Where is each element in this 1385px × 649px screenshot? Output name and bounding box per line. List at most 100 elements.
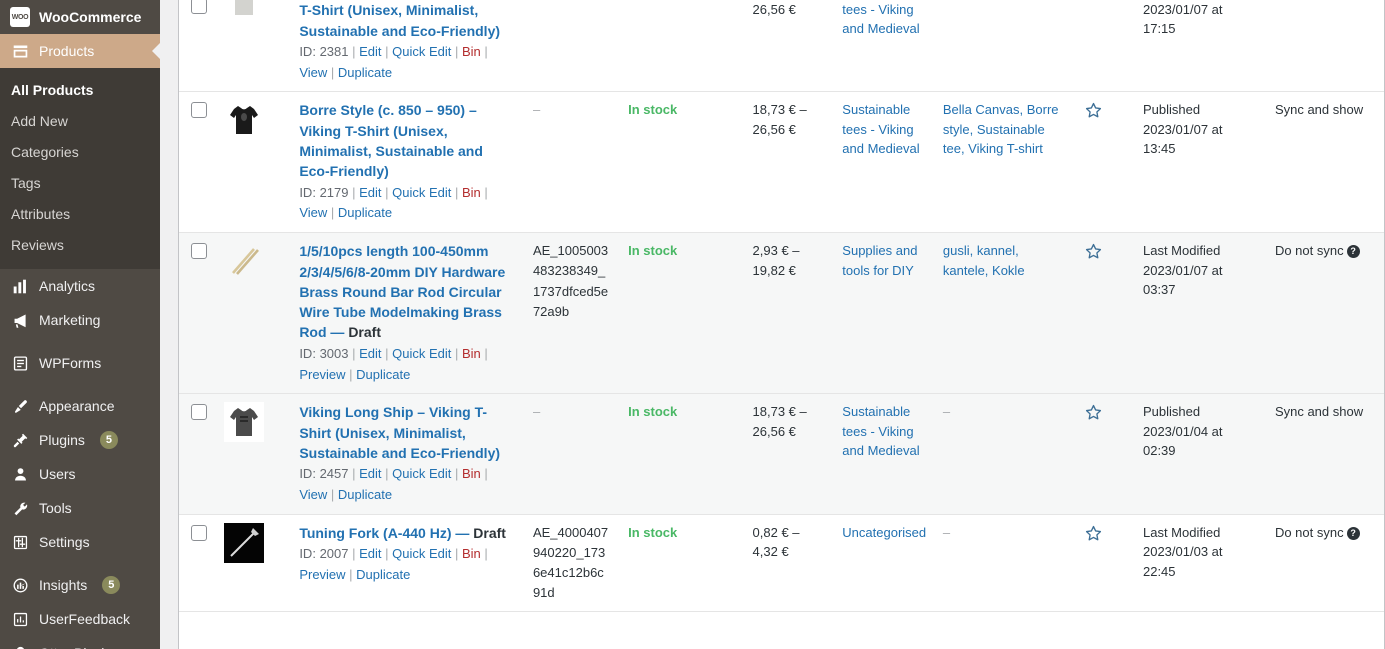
quick-edit-link[interactable]: Quick Edit bbox=[392, 44, 451, 59]
insights-badge: 5 bbox=[102, 576, 121, 594]
preview-link[interactable]: Preview bbox=[299, 567, 345, 582]
bin-link[interactable]: Bin bbox=[462, 546, 481, 561]
submenu-item-add-new[interactable]: Add New bbox=[0, 106, 160, 137]
tags-value: – bbox=[942, 524, 951, 540]
sidebar-item-userfeedback[interactable]: UserFeedback bbox=[0, 602, 160, 636]
product-thumbnail[interactable] bbox=[224, 0, 265, 22]
featured-star-icon[interactable] bbox=[1084, 403, 1103, 422]
quick-edit-link[interactable]: Quick Edit bbox=[392, 185, 451, 200]
view-link[interactable]: View bbox=[299, 487, 327, 502]
sidebar-item-woocommerce[interactable]: WOO WooCommerce bbox=[0, 0, 160, 34]
row-checkbox[interactable] bbox=[191, 102, 207, 119]
insights-icon bbox=[10, 575, 30, 595]
sidebar-item-marketing[interactable]: Marketing bbox=[0, 303, 160, 337]
tags-value[interactable]: Bella Canvas, Borre style, Sustainable t… bbox=[943, 102, 1059, 156]
userfeedback-chart-icon bbox=[10, 609, 30, 629]
product-title-link[interactable]: 1/5/10pcs length 100-450mm 2/3/4/5/6/8-2… bbox=[299, 241, 513, 342]
sidebar-item-label: Insights bbox=[39, 577, 88, 593]
submenu-item-categories[interactable]: Categories bbox=[0, 137, 160, 168]
duplicate-link[interactable]: Duplicate bbox=[338, 65, 392, 80]
row-checkbox[interactable] bbox=[191, 524, 207, 541]
row-categories-cell: Sustainable tees - Viking and Medieval bbox=[832, 0, 933, 93]
product-thumbnail[interactable] bbox=[224, 100, 265, 141]
quick-edit-link[interactable]: Quick Edit bbox=[392, 546, 451, 561]
product-title-link[interactable]: Viking Long Ship – Viking T-Shirt (Unise… bbox=[299, 402, 513, 463]
help-icon[interactable]: ? bbox=[1346, 526, 1360, 540]
sidebar-item-products[interactable]: Products bbox=[0, 34, 160, 68]
plugins-update-badge: 5 bbox=[99, 431, 118, 449]
bin-link[interactable]: Bin bbox=[462, 185, 481, 200]
row-categories-cell: Supplies and tools for DIY bbox=[832, 232, 933, 395]
row-sku-cell: – bbox=[522, 0, 619, 93]
duplicate-link[interactable]: Duplicate bbox=[338, 487, 392, 502]
submenu-item-attributes[interactable]: Attributes bbox=[0, 199, 160, 230]
menu-separator bbox=[0, 380, 160, 389]
sidebar-item-users[interactable]: Users bbox=[0, 457, 160, 491]
sidebar-item-settings[interactable]: Settings bbox=[0, 525, 160, 559]
edit-link[interactable]: Edit bbox=[359, 346, 381, 361]
tags-value[interactable]: gusli, kannel, kantele, Kokle bbox=[943, 243, 1025, 278]
view-link[interactable]: View bbox=[299, 65, 327, 80]
sku-value: – bbox=[532, 404, 541, 420]
product-thumbnail[interactable] bbox=[224, 522, 265, 563]
sidebar-item-label: Settings bbox=[39, 534, 90, 550]
row-stock-cell: In stock bbox=[618, 393, 743, 515]
row-checkbox[interactable] bbox=[191, 0, 207, 14]
featured-star-icon[interactable] bbox=[1084, 101, 1103, 120]
category-link[interactable]: Uncategorised bbox=[842, 525, 926, 540]
bin-link[interactable]: Bin bbox=[462, 44, 481, 59]
sidebar-item-wpforms[interactable]: WPForms bbox=[0, 346, 160, 380]
sidebar-item-analytics[interactable]: Analytics bbox=[0, 269, 160, 303]
category-link[interactable]: Sustainable tees - Viking and Medieval bbox=[842, 404, 919, 458]
sidebar-item-plugins[interactable]: Plugins 5 bbox=[0, 423, 160, 457]
bin-link[interactable]: Bin bbox=[462, 346, 481, 361]
submenu-item-reviews[interactable]: Reviews bbox=[0, 230, 160, 261]
submenu-item-all-products[interactable]: All Products bbox=[0, 75, 160, 106]
sidebar-item-otter-blocks[interactable]: Otter Blocks bbox=[0, 636, 160, 649]
view-link[interactable]: View bbox=[299, 205, 327, 220]
product-title-link[interactable]: Bamberg Shrine Tee – Medieval T-Shirt (U… bbox=[299, 0, 513, 41]
edit-link[interactable]: Edit bbox=[359, 466, 381, 481]
bin-link[interactable]: Bin bbox=[462, 466, 481, 481]
category-link[interactable]: Sustainable tees - Viking and Medieval bbox=[842, 102, 919, 156]
category-link[interactable]: Supplies and tools for DIY bbox=[842, 243, 917, 278]
sku-value: AE_4000407940220_1736e41c12b6c91d bbox=[532, 524, 609, 601]
row-name-cell: Bamberg Shrine Tee – Medieval T-Shirt (U… bbox=[289, 0, 523, 93]
submenu-item-tags[interactable]: Tags bbox=[0, 168, 160, 199]
product-title-link[interactable]: Tuning Fork (A-440 Hz) — Draft bbox=[299, 523, 513, 543]
row-tags-cell: – bbox=[932, 393, 1074, 515]
edit-link[interactable]: Edit bbox=[359, 546, 381, 561]
sidebar-item-label: Marketing bbox=[39, 312, 101, 328]
help-icon[interactable]: ? bbox=[1346, 245, 1360, 259]
product-status-suffix: Draft bbox=[473, 524, 506, 541]
preview-link[interactable]: Preview bbox=[299, 367, 345, 382]
row-checkbox[interactable] bbox=[191, 404, 207, 421]
sidebar-item-label: UserFeedback bbox=[39, 611, 131, 627]
sku-value: AE_1005003483238349_1737dfced5e72a9b bbox=[532, 243, 609, 319]
quick-edit-link[interactable]: Quick Edit bbox=[392, 346, 451, 361]
price-value: 18,73 € – 26,56 € bbox=[752, 404, 807, 439]
wrench-icon bbox=[10, 498, 30, 518]
row-select-cell bbox=[179, 91, 221, 234]
sidebar-item-insights[interactable]: Insights 5 bbox=[0, 568, 160, 602]
category-link[interactable]: Sustainable tees - Viking and Medieval bbox=[842, 0, 923, 39]
duplicate-link[interactable]: Duplicate bbox=[356, 367, 410, 382]
date-status: Published bbox=[1142, 102, 1201, 118]
row-checkbox[interactable] bbox=[191, 243, 207, 260]
row-price-cell: 18,73 € – 26,56 € bbox=[742, 91, 833, 234]
quick-edit-link[interactable]: Quick Edit bbox=[392, 466, 451, 481]
sidebar-item-tools[interactable]: Tools bbox=[0, 491, 160, 525]
product-thumbnail[interactable] bbox=[224, 402, 265, 443]
date-status: Last Modified bbox=[1142, 524, 1221, 540]
row-stock-cell: In stock bbox=[618, 232, 743, 395]
edit-link[interactable]: Edit bbox=[359, 185, 381, 200]
product-title-link[interactable]: Borre Style (c. 850 – 950) – Viking T-Sh… bbox=[299, 100, 513, 181]
duplicate-link[interactable]: Duplicate bbox=[338, 205, 392, 220]
product-thumbnail[interactable] bbox=[224, 241, 264, 281]
edit-link[interactable]: Edit bbox=[359, 44, 381, 59]
row-sku-cell: – bbox=[522, 91, 619, 234]
sidebar-item-appearance[interactable]: Appearance bbox=[0, 389, 160, 423]
duplicate-link[interactable]: Duplicate bbox=[356, 567, 410, 582]
featured-star-icon[interactable] bbox=[1084, 242, 1103, 261]
featured-star-icon[interactable] bbox=[1084, 524, 1103, 543]
